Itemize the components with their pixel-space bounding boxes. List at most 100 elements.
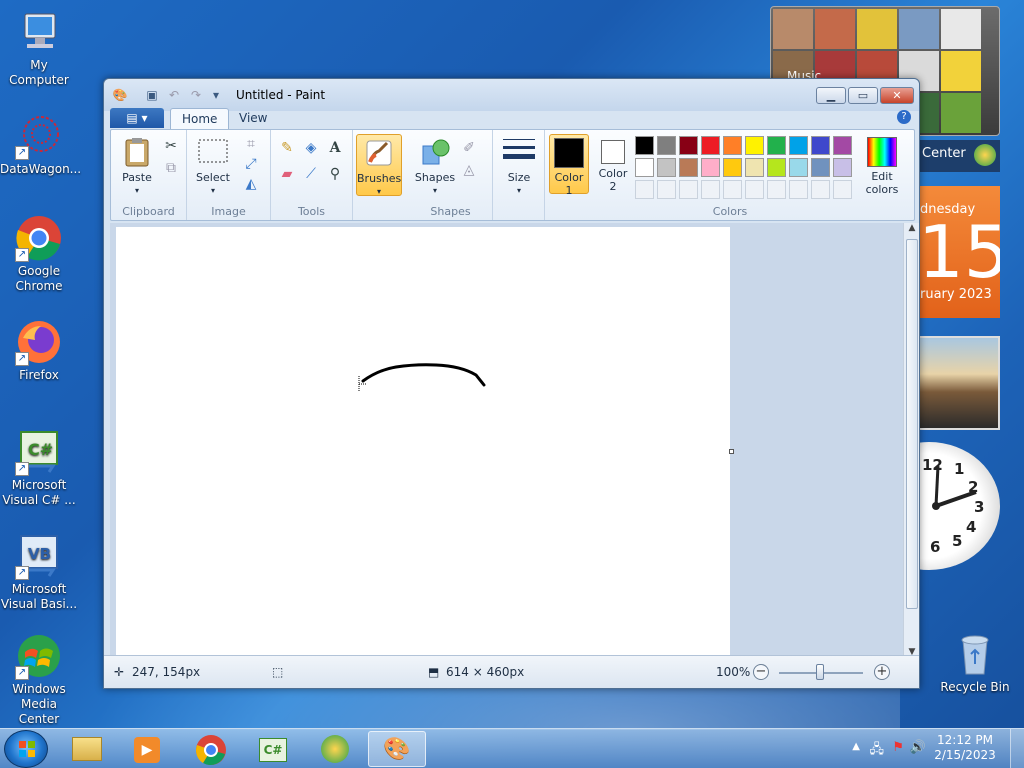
calendar-gadget[interactable]: dnesday 15 ruary 2023 [918, 186, 1000, 318]
edit-colors-button[interactable]: Edit colors [855, 134, 909, 196]
show-hidden-icons-icon[interactable]: ▲ [852, 741, 860, 752]
redo-icon[interactable]: ↷ [188, 87, 204, 103]
tab-home[interactable]: Home [170, 108, 230, 130]
desktop-icon-visual-csharp[interactable]: C# ↗ Microsoft Visual C# ... [0, 428, 78, 508]
taskbar-media-center[interactable] [306, 731, 364, 767]
taskbar-paint[interactable]: 🎨 [368, 731, 426, 767]
edit-colors-icon [867, 137, 897, 167]
desktop-icon-my-computer[interactable]: My Computer [0, 8, 78, 88]
palette-swatch[interactable] [635, 158, 654, 177]
palette-empty-swatch[interactable] [635, 180, 654, 199]
desktop-icon-visual-basic[interactable]: VB ↗ Microsoft Visual Basi... [0, 532, 78, 612]
palette-empty-swatch[interactable] [811, 180, 830, 199]
palette-empty-swatch[interactable] [723, 180, 742, 199]
cut-icon[interactable]: ✂ [161, 136, 181, 156]
palette-swatch[interactable] [679, 136, 698, 155]
taskbar-chrome[interactable] [182, 731, 240, 767]
clock-gadget[interactable]: 12 1 2 3 4 5 6 [918, 442, 1000, 570]
palette-swatch[interactable] [833, 158, 852, 177]
scrollbar-thumb[interactable] [906, 239, 918, 609]
palette-swatch[interactable] [657, 158, 676, 177]
palette-empty-swatch[interactable] [833, 180, 852, 199]
palette-swatch[interactable] [745, 158, 764, 177]
palette-swatch[interactable] [723, 136, 742, 155]
canvas-resize-handle[interactable] [729, 449, 734, 454]
palette-swatch[interactable] [701, 136, 720, 155]
palette-empty-swatch[interactable] [679, 180, 698, 199]
taskbar-media-player[interactable]: ▶ [118, 731, 176, 767]
fill-icon[interactable]: ◈ [301, 138, 321, 158]
paste-button[interactable]: Paste ▾ [115, 136, 159, 197]
save-icon[interactable]: ▣ [144, 87, 160, 103]
show-desktop-button[interactable] [1010, 729, 1024, 768]
desktop-icon-firefox[interactable]: ↗ Firefox [0, 318, 78, 383]
media-center-gadget[interactable]: Center [918, 140, 1000, 172]
color2-button[interactable]: Color 2 [593, 134, 633, 194]
rotate-icon[interactable]: ◭ [241, 174, 261, 194]
palette-swatch[interactable] [811, 158, 830, 177]
tab-view[interactable]: View [228, 108, 278, 130]
magnifier-icon[interactable]: ⚲ [325, 164, 345, 184]
eraser-icon[interactable]: ▰ [277, 164, 297, 184]
quick-access-dropdown-icon[interactable]: ▾ [208, 87, 224, 103]
palette-swatch[interactable] [833, 136, 852, 155]
palette-swatch[interactable] [767, 158, 786, 177]
start-button[interactable] [4, 730, 48, 768]
clock[interactable]: 12:12 PM 2/15/2023 [930, 733, 1000, 763]
zoom-slider-thumb[interactable] [816, 664, 824, 680]
palette-swatch[interactable] [679, 158, 698, 177]
palette-swatch[interactable] [745, 136, 764, 155]
color1-button[interactable]: Color 1 [549, 134, 589, 197]
maximize-button[interactable]: ▭ [848, 87, 878, 104]
vertical-scrollbar[interactable]: ▲ ▼ [903, 223, 919, 657]
brushes-button[interactable]: Brushes ▾ [356, 134, 402, 196]
help-icon[interactable]: ? [897, 110, 911, 124]
slideshow-gadget[interactable] [918, 336, 1000, 430]
palette-empty-swatch[interactable] [767, 180, 786, 199]
select-button[interactable]: Select ▾ [191, 136, 235, 197]
zoom-out-button[interactable]: − [753, 664, 769, 680]
desktop-icon-recycle-bin[interactable]: Recycle Bin [936, 630, 1014, 695]
palette-empty-swatch[interactable] [657, 180, 676, 199]
minimize-button[interactable]: ▁ [816, 87, 846, 104]
shapes-button[interactable]: Shapes ▾ [413, 136, 457, 197]
paint-menu-button[interactable]: ▤ ▾ [110, 108, 164, 128]
paint-app-icon[interactable]: 🎨 [112, 87, 128, 103]
color-picker-icon[interactable]: ⟋ [301, 164, 321, 184]
copy-icon[interactable]: ⧉ [161, 158, 181, 178]
media-player-icon: ▶ [134, 737, 160, 763]
crop-icon[interactable]: ⌗ [241, 134, 261, 154]
pencil-icon[interactable]: ✎ [277, 138, 297, 158]
palette-empty-swatch[interactable] [745, 180, 764, 199]
fill-shape-icon[interactable]: ◬ [459, 160, 479, 180]
volume-icon[interactable]: 🔊 [910, 740, 926, 755]
close-button[interactable]: ✕ [880, 87, 914, 104]
palette-swatch[interactable] [789, 136, 808, 155]
paint-window[interactable]: 🎨 ▣ ↶ ↷ ▾ Untitled - Paint ▁ ▭ ✕ ▤ ▾ Hom… [103, 78, 920, 689]
taskbar-explorer[interactable] [58, 731, 116, 767]
palette-swatch[interactable] [811, 136, 830, 155]
resize-icon[interactable]: ⤢ [241, 154, 261, 174]
outline-icon[interactable]: ✐ [459, 138, 479, 158]
scroll-up-icon[interactable]: ▲ [904, 223, 920, 233]
palette-empty-swatch[interactable] [701, 180, 720, 199]
palette-swatch[interactable] [657, 136, 676, 155]
desktop-icon-datawagon[interactable]: ↗ DataWagon... [0, 112, 81, 177]
undo-icon[interactable]: ↶ [166, 87, 182, 103]
action-center-icon[interactable]: ⚑ [892, 740, 904, 755]
palette-swatch[interactable] [701, 158, 720, 177]
network-icon[interactable]: 🖧 [870, 740, 885, 762]
palette-swatch[interactable] [723, 158, 742, 177]
canvas-workspace [110, 223, 915, 657]
text-icon[interactable]: A [325, 138, 345, 158]
palette-empty-swatch[interactable] [789, 180, 808, 199]
drawing-canvas[interactable] [116, 227, 730, 657]
palette-swatch[interactable] [635, 136, 654, 155]
zoom-in-button[interactable]: + [874, 664, 890, 680]
taskbar-visual-csharp[interactable]: C# [244, 731, 302, 767]
desktop-icon-media-center[interactable]: ↗ Windows Media Center [0, 632, 78, 727]
size-button[interactable]: Size ▾ [497, 136, 541, 197]
desktop-icon-chrome[interactable]: ↗ Google Chrome [0, 214, 78, 294]
palette-swatch[interactable] [767, 136, 786, 155]
palette-swatch[interactable] [789, 158, 808, 177]
